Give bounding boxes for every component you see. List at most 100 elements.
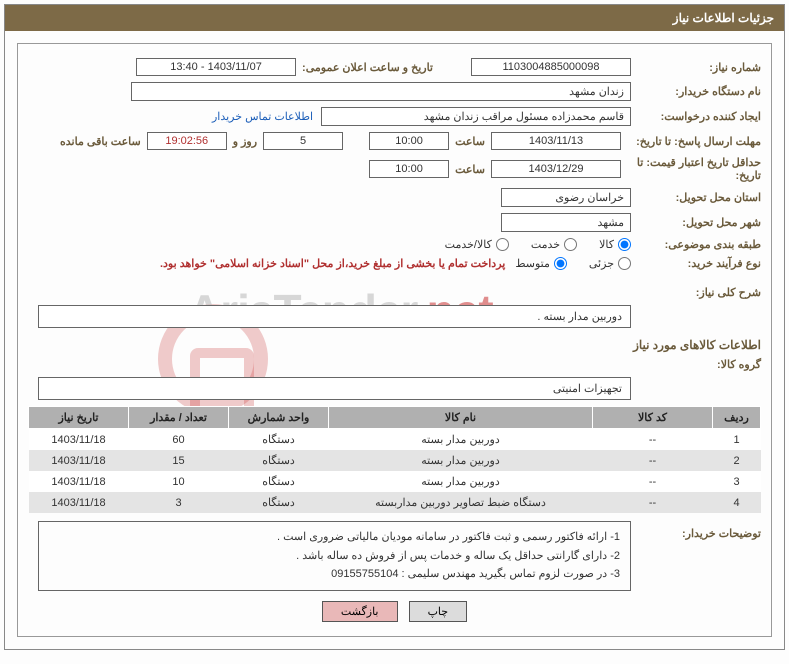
radio-goods-service[interactable]: کالا/خدمت — [445, 238, 509, 251]
radio-medium-input[interactable] — [554, 257, 567, 270]
row-goods-group: گروه کالا: — [28, 358, 761, 371]
field-remaining-time: 19:02:56 — [147, 132, 227, 150]
field-reply-time: 10:00 — [369, 132, 449, 150]
th-qty: تعداد / مقدار — [129, 407, 229, 429]
table-header-row: ردیف کد کالا نام کالا واحد شمارش تعداد /… — [29, 407, 761, 429]
th-unit: واحد شمارش — [229, 407, 329, 429]
field-goods-group: تجهیزات امنیتی — [38, 377, 631, 400]
field-reply-date: 1403/11/13 — [491, 132, 621, 150]
row-reply-deadline: مهلت ارسال پاسخ: تا تاریخ: 1403/11/13 سا… — [28, 132, 761, 150]
label-reply-deadline: مهلت ارسال پاسخ: تا تاریخ: — [621, 135, 761, 148]
radio-medium[interactable]: متوسط — [515, 257, 567, 270]
row-price-validity: حداقل تاریخ اعتبار قیمت: تا تاریخ: 1403/… — [28, 156, 761, 182]
radio-group-purchase: جزئی متوسط — [515, 257, 631, 270]
field-remaining-days: 5 — [263, 132, 343, 150]
label-subject-class: طبقه بندی موضوعی: — [631, 238, 761, 251]
cell-row: 1 — [713, 429, 761, 451]
back-button[interactable]: بازگشت — [322, 601, 398, 622]
radio-service-label: خدمت — [531, 238, 560, 251]
field-province: خراسان رضوی — [501, 188, 631, 207]
radio-minor-input[interactable] — [618, 257, 631, 270]
th-row: ردیف — [713, 407, 761, 429]
radio-goods[interactable]: کالا — [599, 238, 631, 251]
cell-unit: دستگاه — [229, 492, 329, 513]
cell-code: -- — [593, 429, 713, 451]
radio-goods-input[interactable] — [618, 238, 631, 251]
cell-unit: دستگاه — [229, 429, 329, 451]
radio-goods-label: کالا — [599, 238, 614, 251]
row-province: استان محل تحویل: خراسان رضوی — [28, 188, 761, 207]
field-buyer-notes: 1- ارائه فاکتور رسمی و ثبت فاکتور در سام… — [38, 521, 631, 591]
radio-minor-label: جزئی — [589, 257, 614, 270]
th-need-date: تاریخ نیاز — [29, 407, 129, 429]
row-need-summary: شرح کلی نیاز: — [28, 286, 761, 299]
table-row: 1 -- دوربین مدار بسته دستگاه 60 1403/11/… — [29, 429, 761, 451]
outer-panel: جزئیات اطلاعات نیاز AriaTender.net شماره… — [4, 4, 785, 650]
field-price-validity-date: 1403/12/29 — [491, 160, 621, 178]
field-need-summary: دوربین مدار بسته . — [38, 305, 631, 328]
button-row: چاپ بازگشت — [28, 601, 761, 622]
radio-service-input[interactable] — [564, 238, 577, 251]
label-city: شهر محل تحویل: — [631, 216, 761, 229]
note-line-2: 2- دارای گارانتی حداقل یک ساله و خدمات پ… — [49, 547, 620, 566]
cell-name: دوربین مدار بسته — [329, 429, 593, 451]
cell-row: 4 — [713, 492, 761, 513]
section-items-title: اطلاعات کالاهای مورد نیاز — [28, 338, 761, 352]
row-purchase-type: نوع فرآیند خرید: جزئی متوسط پرداخت تمام … — [28, 257, 761, 270]
label-buyer-notes: توضیحات خریدار: — [631, 521, 761, 540]
radio-service[interactable]: خدمت — [531, 238, 577, 251]
cell-need-date: 1403/11/18 — [29, 471, 129, 492]
label-remaining: ساعت باقی مانده — [60, 135, 141, 148]
form-container: AriaTender.net شماره نیاز: 1103004885000… — [17, 43, 772, 637]
note-line-3: 3- در صورت لزوم تماس بگیرید مهندس سلیمی … — [49, 565, 620, 584]
radio-goods-service-input[interactable] — [496, 238, 509, 251]
cell-row: 3 — [713, 471, 761, 492]
table-row: 3 -- دوربین مدار بسته دستگاه 10 1403/11/… — [29, 471, 761, 492]
label-purchase-type: نوع فرآیند خرید: — [631, 257, 761, 270]
row-requester: ایجاد کننده درخواست: قاسم محمدزاده مسئول… — [28, 107, 761, 126]
cell-need-date: 1403/11/18 — [29, 492, 129, 513]
print-button[interactable]: چاپ — [409, 601, 468, 622]
th-name: نام کالا — [329, 407, 593, 429]
label-hour-1: ساعت — [455, 135, 485, 148]
row-buyer-org: نام دستگاه خریدار: زندان مشهد — [28, 82, 761, 101]
cell-unit: دستگاه — [229, 471, 329, 492]
cell-need-date: 1403/11/18 — [29, 450, 129, 471]
label-days-and: روز و — [233, 135, 257, 148]
label-hour-2: ساعت — [455, 163, 485, 176]
panel-header: جزئیات اطلاعات نیاز — [5, 5, 784, 31]
field-need-no: 1103004885000098 — [471, 58, 631, 76]
cell-name: دستگاه ضبط تصاویر دوربین مداربسته — [329, 492, 593, 513]
label-price-validity: حداقل تاریخ اعتبار قیمت: تا تاریخ: — [621, 156, 761, 182]
cell-row: 2 — [713, 450, 761, 471]
th-code: کد کالا — [593, 407, 713, 429]
link-buyer-contact[interactable]: اطلاعات تماس خریدار — [212, 110, 313, 123]
field-price-validity-time: 10:00 — [369, 160, 449, 178]
cell-name: دوربین مدار بسته — [329, 450, 593, 471]
field-announce-dt: 1403/11/07 - 13:40 — [136, 58, 296, 76]
row-subject-class: طبقه بندی موضوعی: کالا خدمت کالا/خدمت — [28, 238, 761, 251]
label-announce-dt: تاریخ و ساعت اعلان عمومی: — [302, 61, 433, 74]
cell-need-date: 1403/11/18 — [29, 429, 129, 451]
label-goods-group: گروه کالا: — [631, 358, 761, 371]
items-table: ردیف کد کالا نام کالا واحد شمارش تعداد /… — [28, 406, 761, 513]
cell-qty: 3 — [129, 492, 229, 513]
cell-name: دوربین مدار بسته — [329, 471, 593, 492]
field-buyer-org: زندان مشهد — [131, 82, 631, 101]
label-need-summary: شرح کلی نیاز: — [631, 286, 761, 299]
table-row: 4 -- دستگاه ضبط تصاویر دوربین مداربسته د… — [29, 492, 761, 513]
field-requester: قاسم محمدزاده مسئول مراقب زندان مشهد — [321, 107, 631, 126]
purchase-note: پرداخت تمام یا بخشی از مبلغ خرید،از محل … — [160, 257, 505, 270]
cell-code: -- — [593, 492, 713, 513]
radio-medium-label: متوسط — [515, 257, 550, 270]
label-buyer-org: نام دستگاه خریدار: — [631, 85, 761, 98]
note-phone: 09155755104 — [331, 565, 398, 584]
cell-unit: دستگاه — [229, 450, 329, 471]
label-requester: ایجاد کننده درخواست: — [631, 110, 761, 123]
label-need-no: شماره نیاز: — [631, 61, 761, 74]
row-city: شهر محل تحویل: مشهد — [28, 213, 761, 232]
table-row: 2 -- دوربین مدار بسته دستگاه 15 1403/11/… — [29, 450, 761, 471]
cell-qty: 60 — [129, 429, 229, 451]
radio-minor[interactable]: جزئی — [589, 257, 631, 270]
cell-qty: 15 — [129, 450, 229, 471]
